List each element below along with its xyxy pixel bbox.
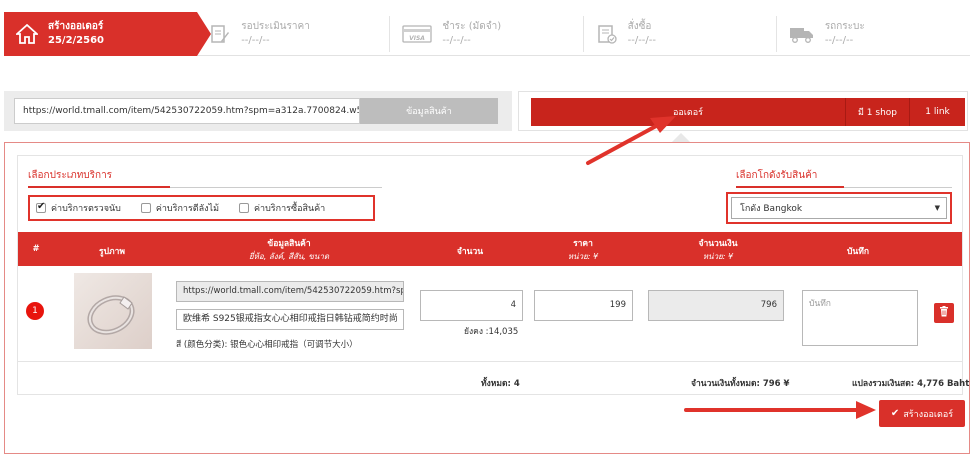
order-summary-panel: ออเดอร์ มี 1 shop 1 link bbox=[518, 91, 968, 131]
total-baht: แปลงรวมเงินสด: 4,776 Baht bbox=[852, 379, 970, 389]
header-image: รูปภาพ bbox=[99, 247, 125, 257]
checkbox-counting-service[interactable]: ค่าบริการตรวจนับ bbox=[36, 201, 121, 215]
checkbox-label: ค่าบริการซื้อสินค้า bbox=[254, 204, 326, 214]
step-payment: VISA ชำระ (มัดจำ) --/--/-- bbox=[390, 12, 584, 56]
step-title: รถกระบะ bbox=[824, 20, 865, 32]
product-image bbox=[74, 273, 152, 349]
step-date: --/--/-- bbox=[442, 34, 471, 46]
warehouse-selected: โกดัง Bangkok bbox=[740, 204, 803, 214]
step-purchase: สั่งซื้อ --/--/-- bbox=[583, 12, 777, 56]
order-card: เลือกประเภทบริการ ค่าบริการตรวจนับ ค่าบร… bbox=[17, 155, 969, 395]
delete-row-button[interactable] bbox=[934, 303, 954, 323]
service-options: ค่าบริการตรวจนับ ค่าบริการตีลังไม้ ค่าบร… bbox=[28, 195, 375, 221]
checklist-icon bbox=[596, 23, 618, 45]
step-price-estimate: รอประเมินราคา --/--/-- bbox=[197, 12, 391, 56]
header-note: บันทึก bbox=[847, 247, 869, 257]
header-price-sub: หน่วย: ¥ bbox=[567, 252, 599, 261]
warehouse-select-frame: โกดัง Bangkok ▼ bbox=[726, 192, 952, 224]
checkbox-wooden-crate-service[interactable]: ค่าบริการตีลังไม้ bbox=[140, 201, 220, 215]
checkbox-purchase-service[interactable]: ค่าบริการซื้อสินค้า bbox=[239, 201, 325, 215]
row-stock: ยังคง :14,035 bbox=[464, 327, 519, 337]
total-qty: ทั้งหมด: 4 bbox=[481, 379, 520, 389]
checkbox-label: ค่าบริการตีลังไม้ bbox=[155, 204, 220, 214]
create-order-button[interactable]: ✔ สร้างออเดอร์ bbox=[879, 400, 965, 427]
header-info-sub: ยี่ห้อ, ลังค์, สีสัน, ขนาด bbox=[248, 252, 330, 261]
product-url-panel: https://world.tmall.com/item/54253072205… bbox=[4, 91, 512, 131]
home-icon bbox=[16, 23, 38, 45]
trash-icon bbox=[939, 306, 949, 320]
product-info-button[interactable]: ข้อมูลสินค้า bbox=[360, 98, 498, 124]
step-title: ชำระ (มัดจำ) bbox=[442, 20, 502, 32]
row-product-url[interactable]: https://world.tmall.com/item/54253072205… bbox=[176, 281, 404, 302]
warehouse-select[interactable]: โกดัง Bangkok ▼ bbox=[731, 197, 947, 219]
row-qty-input[interactable]: 4 bbox=[420, 290, 523, 321]
step-date: 25/2/2560 bbox=[48, 34, 105, 46]
svg-text:VISA: VISA bbox=[409, 35, 425, 42]
order-label[interactable]: ออเดอร์ bbox=[531, 98, 845, 126]
header-amount-sub: หน่วย: ¥ bbox=[702, 252, 734, 261]
step-date: --/--/-- bbox=[241, 34, 270, 46]
row-note-input[interactable]: บันทึก bbox=[802, 290, 918, 346]
row-price-input[interactable]: 199 bbox=[534, 290, 633, 321]
check-icon: ✔ bbox=[890, 408, 900, 419]
truck-icon bbox=[789, 23, 815, 45]
shop-count: มี 1 shop bbox=[845, 98, 909, 126]
header-price: ราคา หน่วย: ¥ bbox=[548, 236, 618, 263]
edit-document-icon bbox=[209, 23, 231, 45]
step-title: รอประเมินราคา bbox=[241, 20, 310, 32]
service-type-title: เลือกประเภทบริการ bbox=[28, 170, 113, 181]
order-form: เลือกประเภทบริการ ค่าบริการตรวจนับ ค่าบร… bbox=[4, 142, 970, 454]
row-amount: 796 bbox=[648, 290, 784, 321]
dropdown-arrow-icon: ▼ bbox=[934, 204, 940, 212]
order-pointer bbox=[672, 133, 690, 142]
header-amount: จำนวนเงิน หน่วย: ¥ bbox=[678, 236, 758, 263]
product-url-input[interactable]: https://world.tmall.com/item/54253072205… bbox=[14, 98, 360, 124]
row-product-attr: สี (颜色分类): 银色心心相印戒指（可调节大小） bbox=[176, 340, 358, 350]
step-title: สั่งซื้อ bbox=[627, 20, 652, 32]
checkbox[interactable] bbox=[36, 201, 46, 213]
checkbox[interactable] bbox=[239, 203, 250, 213]
table-header: # รูปภาพ ข้อมูลสินค้า ยี่ห้อ, ลังค์, สีส… bbox=[18, 232, 962, 266]
row-product-name[interactable]: 欧维希 S925银戒指女心心相印戒指日韩钻戒简约时尚 bbox=[176, 309, 404, 330]
header-qty: จำนวน bbox=[456, 247, 484, 257]
checkbox-label: ค่าบริการตรวจนับ bbox=[51, 204, 121, 214]
total-amount: จำนวนเงินทั้งหมด: 796 ¥ bbox=[691, 379, 790, 389]
checkbox[interactable] bbox=[140, 203, 151, 213]
step-title: สร้างออเดอร์ bbox=[48, 20, 104, 32]
order-summary-bar[interactable]: ออเดอร์ มี 1 shop 1 link bbox=[531, 98, 965, 126]
warehouse-title: เลือกโกดังรับสินค้า bbox=[736, 170, 818, 181]
header-info: ข้อมูลสินค้า ยี่ห้อ, ลังค์, สีสัน, ขนาด bbox=[214, 236, 364, 263]
step-date: --/--/-- bbox=[627, 34, 656, 46]
order-progress-steps: สร้างออเดอร์ 25/2/2560 รอประเมินราคา --/… bbox=[4, 12, 970, 56]
create-order-label: สร้างออเดอร์ bbox=[903, 409, 954, 420]
step-create-order: สร้างออเดอร์ 25/2/2560 bbox=[4, 12, 212, 56]
step-shipping: รถกระบะ --/--/-- bbox=[776, 12, 970, 56]
row-number-badge: 1 bbox=[26, 302, 44, 320]
header-num: # bbox=[32, 244, 40, 254]
link-count: 1 link bbox=[909, 98, 965, 126]
step-date: --/--/-- bbox=[824, 34, 854, 46]
visa-card-icon: VISA bbox=[402, 23, 433, 45]
